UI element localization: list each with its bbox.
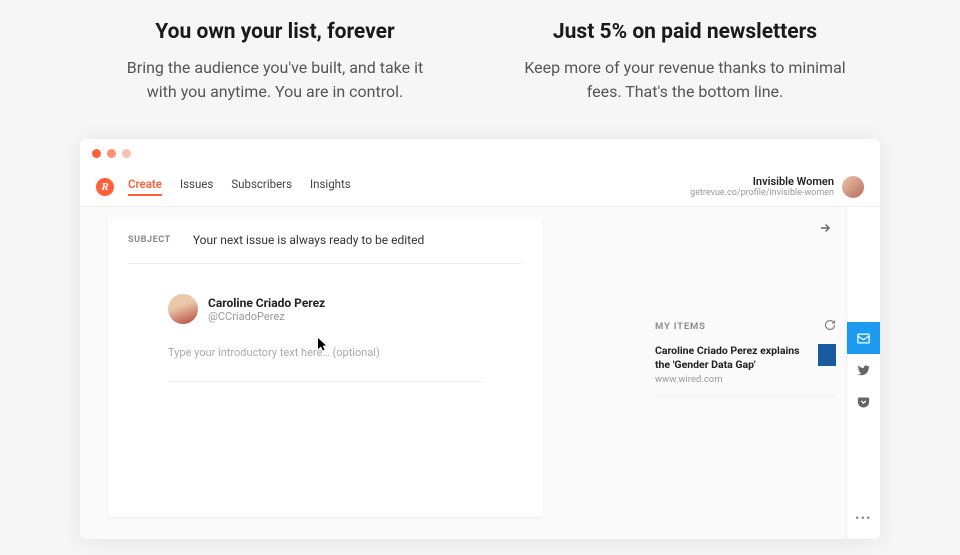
author-avatar — [168, 294, 198, 324]
my-items-panel: MY ITEMS Caroline Criado Perez explains … — [645, 207, 846, 539]
profile-text: Invisible Women getrevue.co/profile/invi… — [690, 175, 834, 198]
item-card[interactable]: Caroline Criado Perez explains the 'Gend… — [655, 344, 836, 396]
more-icon[interactable]: ••• — [847, 502, 881, 534]
intro-placeholder-text: Type your introductory text here… (optio… — [168, 346, 380, 359]
window-dot — [107, 149, 116, 158]
app-window: R Create Issues Subscribers Insights Inv… — [80, 139, 880, 539]
hero-right: Just 5% on paid newsletters Keep more of… — [520, 20, 850, 104]
item-source: www.wired.com — [655, 374, 810, 385]
nav-insights[interactable]: Insights — [310, 177, 351, 196]
side-rail: ••• — [846, 207, 880, 539]
author-name: Caroline Criado Perez — [208, 296, 325, 310]
subject-row[interactable]: SUBJECT Your next issue is always ready … — [128, 233, 523, 264]
hero-right-body: Keep more of your revenue thanks to mini… — [520, 56, 850, 104]
refresh-icon[interactable] — [824, 319, 836, 334]
twitter-icon[interactable] — [847, 354, 881, 386]
editor-card: SUBJECT Your next issue is always ready … — [108, 217, 543, 517]
author-handle: @CCriadoPerez — [208, 310, 325, 323]
author-row: Caroline Criado Perez @CCriadoPerez — [168, 294, 483, 324]
my-items-header: MY ITEMS — [655, 319, 836, 334]
item-thumbnail — [818, 344, 836, 366]
hero-right-title: Just 5% on paid newsletters — [520, 20, 850, 44]
profile-area[interactable]: Invisible Women getrevue.co/profile/invi… — [690, 175, 864, 198]
nav-create[interactable]: Create — [128, 177, 162, 196]
nav-issues[interactable]: Issues — [180, 177, 213, 196]
subject-label: SUBJECT — [128, 235, 171, 245]
my-items-label: MY ITEMS — [655, 321, 706, 332]
nav-subscribers[interactable]: Subscribers — [231, 177, 292, 196]
hero-left-title: You own your list, forever — [110, 20, 440, 44]
window-dot — [122, 149, 131, 158]
window-controls — [80, 139, 880, 167]
inbox-icon[interactable] — [847, 322, 881, 354]
right-panel: MY ITEMS Caroline Criado Perez explains … — [645, 207, 880, 539]
pocket-icon[interactable] — [847, 386, 881, 418]
subject-input[interactable]: Your next issue is always ready to be ed… — [193, 233, 424, 247]
profile-url: getrevue.co/profile/invisible-women — [690, 188, 834, 198]
profile-name: Invisible Women — [690, 175, 834, 188]
intro-textarea[interactable]: Type your introductory text here… (optio… — [168, 346, 483, 382]
hero-section: You own your list, forever Bring the aud… — [0, 0, 960, 139]
item-title: Caroline Criado Perez explains the 'Gend… — [655, 344, 810, 371]
window-dot — [92, 149, 101, 158]
app-header: R Create Issues Subscribers Insights Inv… — [80, 167, 880, 207]
app-logo[interactable]: R — [96, 178, 114, 196]
main-nav: Create Issues Subscribers Insights — [128, 177, 351, 196]
hero-left-body: Bring the audience you've built, and tak… — [110, 56, 440, 104]
expand-panel-icon[interactable] — [655, 217, 836, 319]
avatar[interactable] — [842, 176, 864, 198]
hero-left: You own your list, forever Bring the aud… — [110, 20, 440, 104]
app-body: SUBJECT Your next issue is always ready … — [80, 207, 880, 539]
